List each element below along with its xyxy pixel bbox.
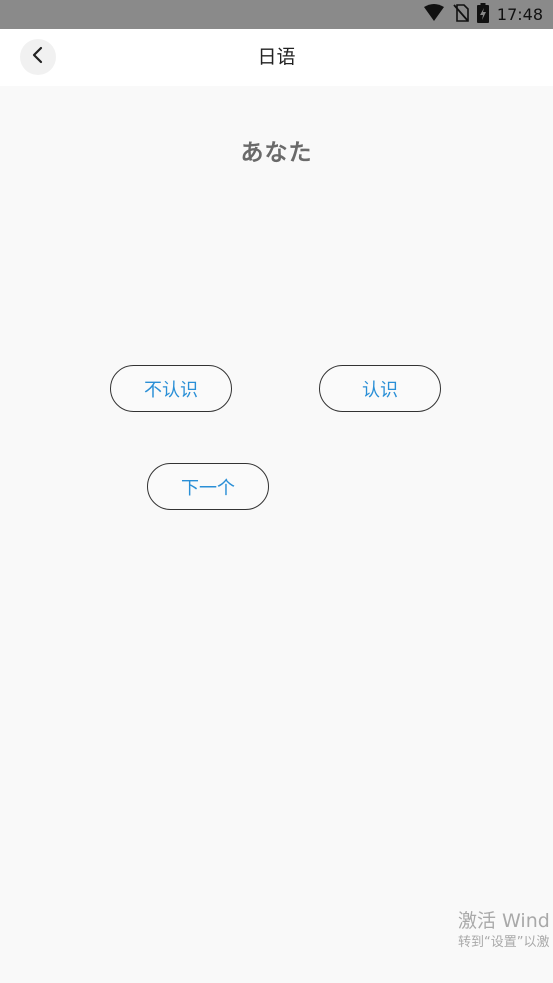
chevron-left-icon: [31, 46, 45, 68]
nav-bar: 日语: [0, 29, 553, 86]
page-title: 日语: [257, 46, 296, 68]
unknown-button[interactable]: 不认识: [110, 365, 232, 412]
app-screen: 17:48 日语 あなた 不认识 认识 下一个 激活 Wind 转到“设置”以激: [0, 0, 553, 983]
next-button[interactable]: 下一个: [147, 463, 269, 510]
status-time: 17:48: [496, 5, 543, 24]
wifi-icon: [423, 4, 445, 26]
battery-charging-icon: [476, 3, 489, 27]
activation-watermark: 激活 Wind 转到“设置”以激: [458, 908, 553, 952]
next-button-label: 下一个: [181, 477, 235, 499]
no-sim-icon: [453, 4, 469, 26]
back-button[interactable]: [20, 39, 56, 75]
unknown-button-label: 不认识: [144, 379, 198, 401]
status-icons: 17:48: [423, 3, 543, 27]
watermark-title: 激活 Wind: [458, 910, 550, 932]
status-bar: 17:48: [0, 0, 553, 29]
watermark-subtitle: 转到“设置”以激: [458, 935, 550, 950]
vocabulary-word: あなた: [240, 140, 313, 166]
known-button[interactable]: 认识: [319, 365, 441, 412]
known-button-label: 认识: [362, 379, 398, 401]
